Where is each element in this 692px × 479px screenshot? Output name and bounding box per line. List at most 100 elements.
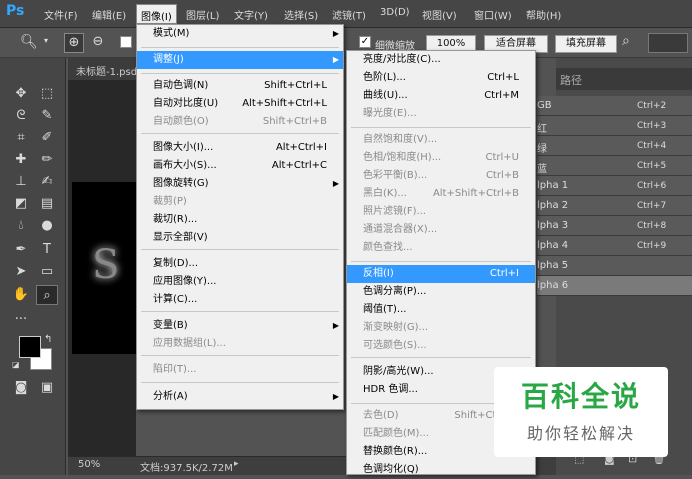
history-brush-tool-icon[interactable]: ✍ <box>36 172 58 192</box>
zoom-tool-icon[interactable]: ⌕ <box>36 285 58 305</box>
document-tab[interactable]: 未标题-1.psd <box>68 58 138 80</box>
default-colors-icon[interactable]: ◪ <box>12 360 20 369</box>
adjust-menu-item[interactable]: 色阶(L)... Ctrl+L <box>347 69 535 87</box>
image-menu-item[interactable]: 模式(M) ▶ <box>137 25 343 43</box>
swap-colors-icon[interactable]: ↰ <box>44 334 52 345</box>
workspace-switcher[interactable] <box>648 33 688 53</box>
menu-select[interactable]: 选择(S) <box>284 7 318 22</box>
channel-row[interactable]: lpha 5 <box>537 256 692 276</box>
channel-row[interactable]: lpha 1 Ctrl+6 <box>537 176 692 196</box>
fill-screen-button[interactable]: 填充屏幕 <box>555 35 617 53</box>
adjust-menu-item-shortcut: Ctrl+L <box>487 72 519 83</box>
image-menu-item-label: 裁剪(P) <box>153 196 187 207</box>
menu-window[interactable]: 窗口(W) <box>474 7 512 22</box>
image-menu-item[interactable]: 图像大小(I)... Alt+Ctrl+I <box>137 139 343 157</box>
healing-brush-tool-icon[interactable]: ✚ <box>10 150 32 170</box>
menu-view[interactable]: 视图(V) <box>422 7 457 22</box>
image-menu-item[interactable]: 自动色调(N) Shift+Ctrl+L <box>137 77 343 95</box>
hand-tool-icon[interactable]: ✋ <box>10 285 32 305</box>
image-menu-item-label: 自动色调(N) <box>153 80 209 91</box>
menu-edit[interactable]: 编辑(E) <box>92 7 126 22</box>
dodge-tool-icon[interactable]: ● <box>36 216 58 236</box>
image-menu-item-label: 陷印(T)... <box>153 364 197 375</box>
screen-mode-icon[interactable]: ▣ <box>36 378 58 398</box>
channel-name: GB <box>537 100 552 111</box>
channel-row[interactable]: 蓝 Ctrl+5 <box>537 156 692 176</box>
image-menu-item[interactable]: 调整(J) ▶ <box>137 51 343 69</box>
fine-zoom-checkbox[interactable]: ✓ <box>359 36 371 48</box>
clone-stamp-tool-icon[interactable]: ⊥ <box>10 172 32 192</box>
eyedropper-tool-icon[interactable]: ✐ <box>36 128 58 148</box>
adjust-menu-item[interactable]: 阈值(T)... <box>347 301 535 319</box>
adjust-menu-item-label: 曲线(U)... <box>363 90 408 101</box>
channel-row[interactable]: lpha 4 Ctrl+9 <box>537 236 692 256</box>
shape-tool-icon[interactable]: ▭ <box>36 262 58 282</box>
menu-layer[interactable]: 图层(L) <box>186 7 219 22</box>
image-menu-item[interactable]: 自动对比度(U) Alt+Shift+Ctrl+L <box>137 95 343 113</box>
adjust-menu-item: 渐变映射(G)... <box>347 319 535 337</box>
more-tools-icon[interactable]: ··· <box>10 310 32 330</box>
type-tool-icon[interactable]: T <box>36 240 58 260</box>
image-menu-item[interactable]: 图像旋转(G) ▶ <box>137 175 343 193</box>
tab-paths[interactable]: 路径 <box>560 72 582 88</box>
lasso-tool-icon[interactable]: ᘓ <box>10 106 32 126</box>
document-info: 文档:937.5K/2.72M <box>140 463 233 474</box>
adjust-menu-item[interactable]: 亮度/对比度(C)... <box>347 51 535 69</box>
channel-row[interactable]: lpha 2 Ctrl+7 <box>537 196 692 216</box>
adjust-menu-item[interactable]: 曲线(U)... Ctrl+M <box>347 87 535 105</box>
channel-row[interactable]: 红 Ctrl+3 <box>537 116 692 136</box>
image-menu-item[interactable]: 分析(A) ▶ <box>137 388 343 406</box>
menu-filter[interactable]: 滤镜(T) <box>332 7 366 22</box>
image-menu-item[interactable]: 复制(D)... <box>137 255 343 273</box>
adjust-menu-item-label: 通道混合器(X)... <box>363 224 438 235</box>
adjust-menu-item[interactable]: 色调均化(Q) <box>347 461 535 479</box>
marquee-tool-icon[interactable]: ⬚ <box>36 84 58 104</box>
channel-row[interactable]: 绿 Ctrl+4 <box>537 136 692 156</box>
menu-type[interactable]: 文字(Y) <box>234 7 268 22</box>
menu-image[interactable]: 图像(I) <box>136 4 177 24</box>
path-select-tool-icon[interactable]: ➤ <box>10 262 32 282</box>
image-menu-item-shortcut: Alt+Shift+Ctrl+L <box>242 98 327 109</box>
image-menu-item: 裁剪(P) <box>137 193 343 211</box>
adjust-menu-item-shortcut: Ctrl+U <box>485 152 520 163</box>
quick-select-tool-icon[interactable]: ✎ <box>36 106 58 126</box>
chevron-down-icon[interactable]: ▾ <box>44 36 48 45</box>
image-menu-item[interactable]: 裁切(R)... <box>137 211 343 229</box>
adjust-menu-item[interactable]: 反相(I) Ctrl+I <box>347 265 535 283</box>
image-menu-item[interactable]: 应用图像(Y)... <box>137 273 343 291</box>
channel-row[interactable]: lpha 3 Ctrl+8 <box>537 216 692 236</box>
pen-tool-icon[interactable]: ✒ <box>10 240 32 260</box>
channel-row[interactable]: lpha 6 <box>537 276 692 296</box>
menu-file[interactable]: 文件(F) <box>44 7 78 22</box>
search-icon[interactable]: ⌕ <box>622 33 630 49</box>
menu-separator <box>141 311 339 312</box>
brush-tool-icon[interactable]: ✏ <box>36 150 58 170</box>
gradient-tool-icon[interactable]: ▤ <box>36 194 58 214</box>
image-menu-item[interactable]: 显示全部(V) <box>137 229 343 247</box>
menu-3d[interactable]: 3D(D) <box>380 7 410 18</box>
zoom-in-icon[interactable]: ⊕ <box>64 33 84 53</box>
channel-name: lpha 4 <box>537 240 569 251</box>
menu-help[interactable]: 帮助(H) <box>526 7 561 22</box>
blur-tool-icon[interactable]: 💧︎ <box>10 216 32 236</box>
channel-row[interactable]: GB Ctrl+2 <box>537 96 692 116</box>
image-menu-item[interactable]: 画布大小(S)... Alt+Ctrl+C <box>137 157 343 175</box>
watermark-title: 百科全说 <box>520 380 641 413</box>
eraser-tool-icon[interactable]: ◩ <box>10 194 32 214</box>
foreground-color-swatch[interactable] <box>19 336 41 358</box>
move-tool-icon[interactable]: ✥ <box>10 84 32 104</box>
zoom-tool-icon[interactable]: 🔍︎ <box>20 34 38 50</box>
zoom-out-icon[interactable]: ⊖ <box>88 33 108 53</box>
image-menu-item: 自动颜色(O) Shift+Ctrl+B <box>137 113 343 131</box>
submenu-arrow-icon: ▶ <box>332 321 339 330</box>
crop-tool-icon[interactable]: ⌗ <box>10 128 32 148</box>
zoom-level[interactable]: 50% <box>78 459 100 470</box>
status-menu-arrow-icon[interactable]: ▸ <box>234 459 239 469</box>
adjust-menu-item-label: 反相(I) <box>363 268 394 279</box>
adjust-menu-item[interactable]: 色调分离(P)... <box>347 283 535 301</box>
image-menu-item[interactable]: 变量(B) ▶ <box>137 317 343 335</box>
image-menu-item[interactable]: 计算(C)... <box>137 291 343 309</box>
channel-name: lpha 2 <box>537 200 569 211</box>
quick-mask-icon[interactable]: ◙ <box>10 378 32 398</box>
resize-windows-checkbox[interactable] <box>120 36 132 48</box>
